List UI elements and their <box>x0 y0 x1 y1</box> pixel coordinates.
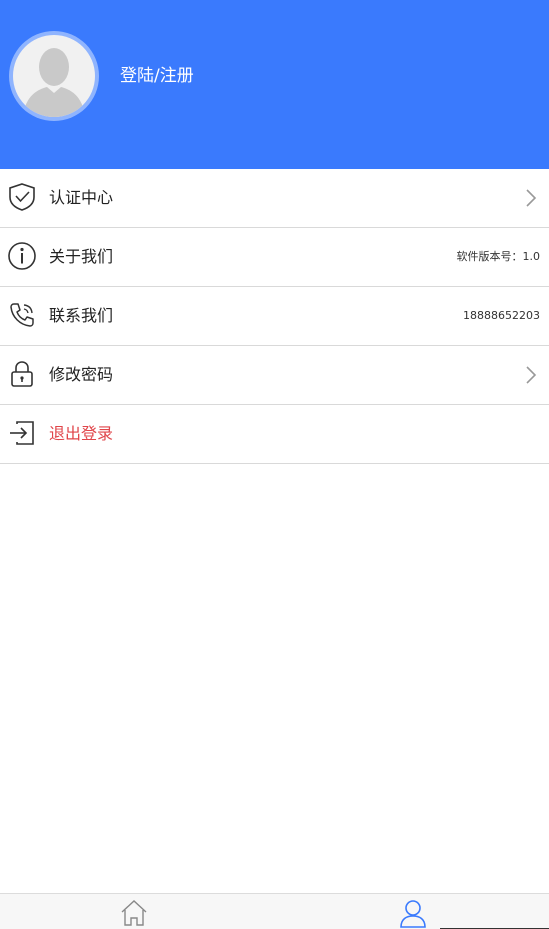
menu-item-label: 认证中心 <box>49 188 114 207</box>
menu-item-logout[interactable]: 退出登录 <box>0 405 549 464</box>
home-icon <box>121 900 147 926</box>
profile-header: 登陆/注册 <box>0 0 549 169</box>
phone-icon <box>7 300 37 330</box>
avatar[interactable] <box>9 31 99 121</box>
profile-tab[interactable] <box>398 898 428 928</box>
menu-item-label: 联系我们 <box>49 306 114 325</box>
menu-item-label: 退出登录 <box>49 424 114 443</box>
menu-item-about-us[interactable]: 关于我们 软件版本号：1.0 <box>0 228 549 287</box>
menu-item-certification[interactable]: 认证中心 <box>0 169 549 228</box>
info-icon <box>7 241 37 271</box>
menu-item-label: 关于我们 <box>49 247 114 266</box>
chevron-right-icon <box>525 188 537 208</box>
user-icon <box>400 900 426 928</box>
menu-item-label: 修改密码 <box>49 365 114 384</box>
lock-icon <box>7 359 37 389</box>
software-version-value: 软件版本号：1.0 <box>456 250 541 263</box>
login-register-link[interactable]: 登陆/注册 <box>120 64 194 88</box>
menu-item-contact-us[interactable]: 联系我们 18888652203 <box>0 287 549 346</box>
settings-menu: 认证中心 关于我们 软件版本号：1.0 联系我们 18888652203 修改密… <box>0 169 549 464</box>
shield-check-icon <box>7 182 37 212</box>
default-user-avatar-icon <box>13 35 95 117</box>
home-tab[interactable] <box>119 898 149 928</box>
contact-phone-value: 18888652203 <box>463 309 540 322</box>
menu-item-change-password[interactable]: 修改密码 <box>0 346 549 405</box>
logout-icon <box>7 418 37 448</box>
bottom-tab-bar <box>0 893 549 929</box>
chevron-right-icon <box>525 365 537 385</box>
profile-page: 登陆/注册 认证中心 关于我们 软件版本号：1.0 联系我们 188886522… <box>0 0 549 929</box>
